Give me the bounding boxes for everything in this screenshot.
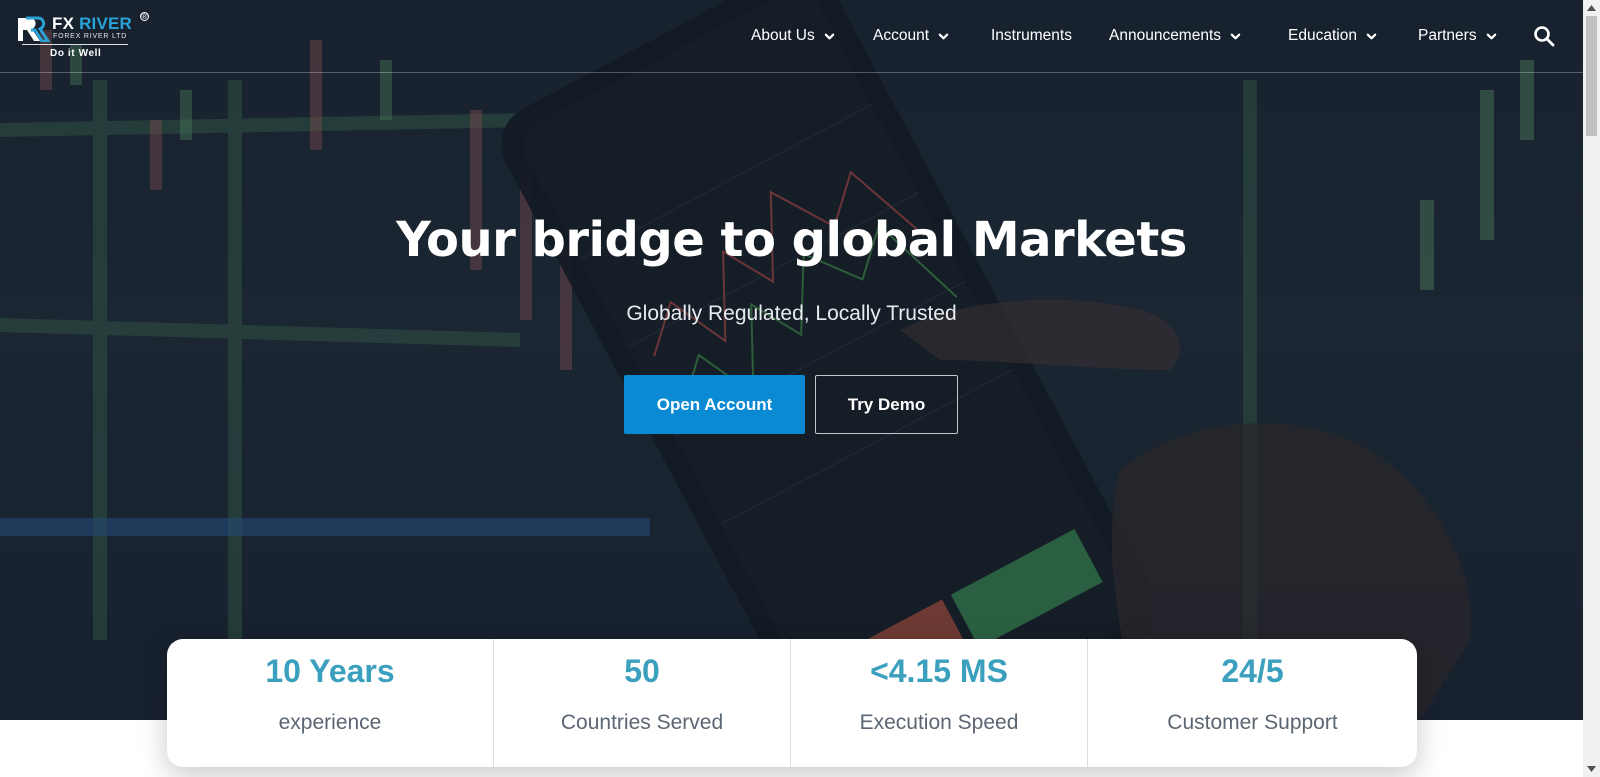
page: FX RIVER ® FOREX RIVER LTD Do it Well Ab… [0, 0, 1600, 777]
stat-value: 24/5 [1221, 653, 1284, 689]
scroll-down-arrow-icon[interactable] [1583, 761, 1600, 777]
stats-card: 10 Years experience 50 Countries Served … [167, 639, 1417, 767]
chevron-down-icon [938, 33, 949, 39]
logo-divider [22, 44, 128, 45]
nav-partners[interactable]: Partners [1418, 25, 1497, 47]
nav-about-us[interactable]: About Us [751, 25, 835, 47]
chevron-down-icon [1486, 33, 1496, 39]
nav-label: About Us [751, 27, 815, 44]
nav-account[interactable]: Account [873, 25, 949, 47]
logo-subtitle: FOREX RIVER LTD [53, 33, 128, 40]
stat-value: <4.15 MS [870, 653, 1008, 689]
open-account-button[interactable]: Open Account [624, 375, 805, 434]
chevron-down-icon [1230, 33, 1241, 39]
nav-label: Announcements [1109, 27, 1222, 44]
stat-execution-speed: <4.15 MS Execution Speed [791, 639, 1088, 767]
logo-mark-icon [18, 16, 50, 42]
chevron-down-icon [824, 33, 835, 39]
logo-name-part1: FX [52, 14, 75, 33]
nav-label: Partners [1418, 27, 1477, 44]
nav-announcements[interactable]: Announcements [1109, 25, 1241, 47]
search-icon[interactable] [1533, 25, 1555, 47]
nav-label: Account [873, 27, 930, 44]
registered-mark: ® [140, 12, 149, 21]
logo[interactable]: FX RIVER ® FOREX RIVER LTD Do it Well [16, 12, 149, 62]
page-scrollbar[interactable] [1583, 0, 1600, 777]
stat-support: 24/5 Customer Support [1088, 639, 1417, 767]
logo-name-part2: RIVER [79, 14, 133, 33]
logo-wordmark: FX RIVER [52, 14, 132, 34]
try-demo-button[interactable]: Try Demo [815, 375, 958, 434]
hero-subtitle: Globally Regulated, Locally Trusted [626, 302, 957, 325]
stat-value: 50 [624, 653, 660, 689]
stat-label: Execution Speed [859, 711, 1019, 734]
nav-instruments[interactable]: Instruments [991, 25, 1072, 47]
chevron-down-icon [1366, 33, 1377, 39]
hero-overlay [0, 0, 1583, 720]
nav-education[interactable]: Education [1288, 25, 1377, 47]
hero-title: Your bridge to global Markets [396, 212, 1187, 268]
scroll-thumb[interactable] [1586, 16, 1597, 136]
scroll-up-arrow-icon[interactable] [1583, 0, 1600, 16]
nav-label: Instruments [991, 27, 1072, 44]
nav-label: Education [1288, 27, 1357, 44]
stat-label: Countries Served [560, 711, 724, 734]
site-header: FX RIVER ® FOREX RIVER LTD Do it Well Ab… [0, 0, 1583, 73]
stat-countries: 50 Countries Served [494, 639, 791, 767]
hero-section: FX RIVER ® FOREX RIVER LTD Do it Well Ab… [0, 0, 1583, 720]
stat-experience: 10 Years experience [167, 639, 494, 767]
stat-label: experience [278, 711, 382, 734]
stat-value: 10 Years [265, 653, 395, 689]
stat-label: Customer Support [1167, 711, 1338, 734]
logo-tagline: Do it Well [50, 48, 102, 59]
